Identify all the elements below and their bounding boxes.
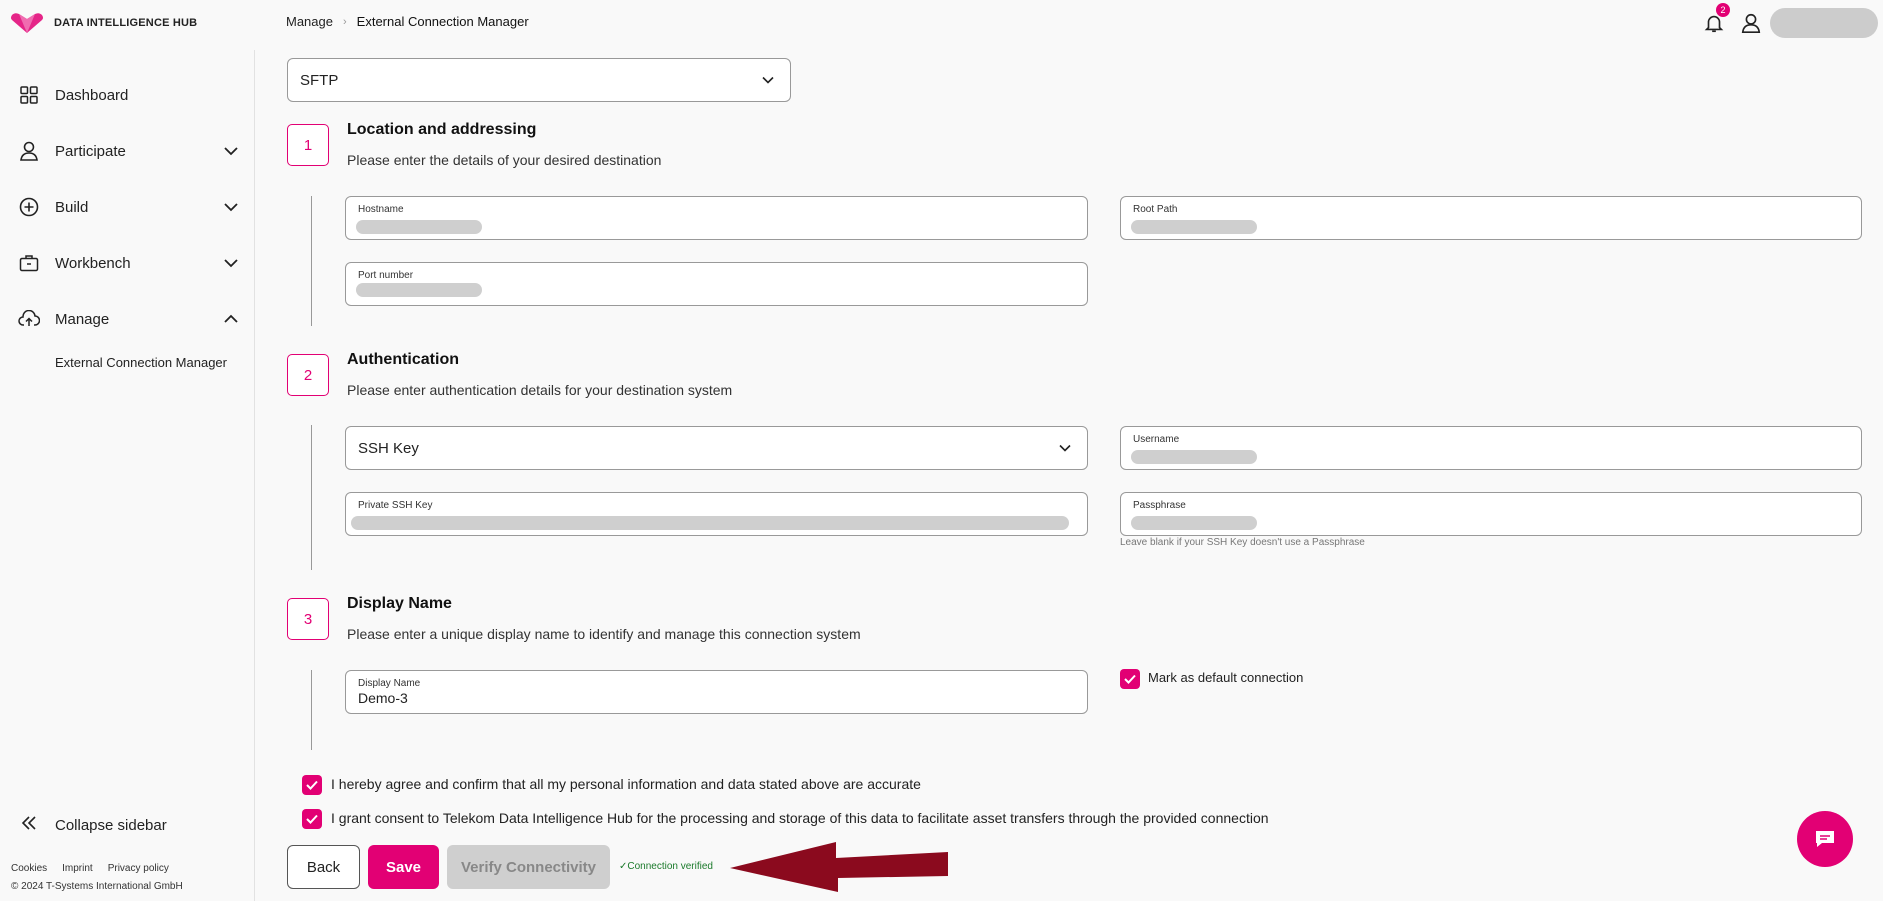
auth-method-value: SSH Key	[358, 439, 419, 457]
step-title-authentication: Authentication	[347, 351, 459, 368]
notification-badge: 2	[1716, 3, 1730, 17]
username-field[interactable]: Username	[1120, 426, 1862, 470]
breadcrumb-manage[interactable]: Manage	[286, 14, 333, 29]
step-divider	[311, 670, 312, 750]
private-ssh-key-field[interactable]: Private SSH Key	[345, 492, 1088, 536]
step-desc-authentication: Please enter authentication details for …	[347, 382, 733, 398]
footer-links: Cookies Imprint Privacy policy	[11, 863, 169, 874]
plus-circle-icon	[18, 196, 40, 218]
top-bar: DATA INTELLIGENCE HUB Manage › External …	[0, 0, 1883, 50]
step-divider	[311, 196, 312, 326]
person-icon	[18, 140, 40, 162]
chat-bubble-icon	[1816, 831, 1834, 847]
collapse-sidebar-button[interactable]: Collapse sidebar	[18, 815, 167, 835]
sidebar-item-label: Manage	[55, 310, 110, 328]
step-number-1: 1	[287, 124, 329, 166]
port-number-label: Port number	[358, 270, 414, 281]
grid-icon	[18, 84, 40, 106]
checkmark-icon	[1124, 674, 1136, 684]
default-connection-label: Mark as default connection	[1148, 670, 1304, 685]
logo-text: DATA INTELLIGENCE HUB	[54, 17, 198, 29]
verify-connectivity-button[interactable]: Verify Connectivity	[447, 845, 610, 889]
sidebar-subitem-external-connection-manager[interactable]: External Connection Manager	[55, 355, 227, 370]
annotation-arrow-icon	[730, 842, 948, 892]
port-number-field[interactable]: Port number	[345, 262, 1088, 306]
root-path-field[interactable]: Root Path	[1120, 196, 1862, 240]
root-path-label: Root Path	[1133, 204, 1178, 215]
chevron-down-icon	[224, 147, 238, 156]
private-ssh-key-redacted-value	[351, 516, 1069, 530]
back-button[interactable]: Back	[287, 845, 360, 889]
connection-status: ✓Connection verified	[619, 861, 713, 872]
logo-heart-icon	[11, 13, 43, 33]
cloud-upload-icon	[18, 308, 40, 330]
consent-processing-checkbox[interactable]	[302, 809, 322, 829]
consent-processing-label: I grant consent to Telekom Data Intellig…	[331, 810, 1269, 826]
user-name-redacted[interactable]	[1770, 8, 1878, 38]
passphrase-hint: Leave blank if your SSH Key doesn't use …	[1120, 537, 1365, 548]
passphrase-field[interactable]: Passphrase	[1120, 492, 1862, 536]
chevron-up-icon	[224, 314, 238, 323]
chevron-down-icon	[762, 76, 774, 84]
private-ssh-key-label: Private SSH Key	[358, 500, 433, 511]
sidebar: Dashboard Participate Build Workbench Ma…	[0, 50, 255, 901]
step-desc-location: Please enter the details of your desired…	[347, 152, 662, 168]
user-icon[interactable]	[1740, 12, 1762, 34]
root-path-redacted-value	[1131, 220, 1257, 234]
step-number-2: 2	[287, 354, 329, 396]
sidebar-item-participate[interactable]: Participate	[18, 136, 240, 166]
breadcrumb: Manage › External Connection Manager	[286, 14, 529, 29]
display-name-field[interactable]: Display Name Demo-3	[345, 670, 1088, 714]
checkmark-icon	[306, 814, 318, 824]
hostname-label: Hostname	[358, 204, 404, 215]
chevron-down-icon	[1059, 444, 1071, 452]
sidebar-item-workbench[interactable]: Workbench	[18, 248, 240, 278]
step-title-display-name: Display Name	[347, 595, 452, 612]
display-name-value: Demo-3	[358, 690, 408, 706]
briefcase-icon	[18, 252, 40, 274]
chevron-down-icon	[224, 203, 238, 212]
step-desc-display-name: Please enter a unique display name to id…	[347, 626, 861, 642]
protocol-select[interactable]: SFTP	[287, 58, 791, 102]
breadcrumb-current: External Connection Manager	[356, 14, 529, 29]
username-redacted-value	[1131, 450, 1257, 464]
step-title-location: Location and addressing	[347, 121, 537, 138]
default-connection-checkbox[interactable]	[1120, 669, 1140, 689]
consent-accuracy-checkbox[interactable]	[302, 775, 322, 795]
port-number-redacted-value	[356, 283, 482, 297]
footer-link-imprint[interactable]: Imprint	[62, 863, 93, 874]
auth-method-select[interactable]: SSH Key	[345, 426, 1088, 470]
username-label: Username	[1133, 434, 1180, 445]
copyright: © 2024 T-Systems International GmbH	[11, 881, 183, 892]
sidebar-item-label: Participate	[55, 142, 126, 160]
sidebar-item-label: Build	[55, 198, 89, 216]
hostname-field[interactable]: Hostname	[345, 196, 1088, 240]
step-divider	[311, 425, 312, 570]
display-name-label: Display Name	[358, 678, 421, 689]
sidebar-item-dashboard[interactable]: Dashboard	[18, 80, 240, 110]
logo[interactable]: DATA INTELLIGENCE HUB	[10, 12, 197, 34]
protocol-select-value: SFTP	[300, 71, 339, 89]
chevron-down-icon	[224, 259, 238, 268]
collapse-sidebar-label: Collapse sidebar	[55, 816, 167, 834]
passphrase-redacted-value	[1131, 516, 1257, 530]
chat-button[interactable]	[1797, 811, 1853, 867]
checkmark-icon	[306, 780, 318, 790]
consent-accuracy-label: I hereby agree and confirm that all my p…	[331, 776, 921, 792]
step-number-3: 3	[287, 598, 329, 640]
sidebar-item-label: Workbench	[55, 254, 131, 272]
sidebar-item-manage[interactable]: Manage	[18, 304, 240, 334]
sidebar-item-label: Dashboard	[55, 86, 129, 104]
footer-link-cookies[interactable]: Cookies	[11, 863, 47, 874]
footer-link-privacy[interactable]: Privacy policy	[108, 863, 169, 874]
save-button[interactable]: Save	[368, 845, 439, 889]
passphrase-label: Passphrase	[1133, 500, 1186, 511]
hostname-redacted-value	[356, 220, 482, 234]
sidebar-item-build[interactable]: Build	[18, 192, 240, 222]
breadcrumb-separator: ›	[342, 15, 347, 28]
double-chevron-left-icon	[18, 815, 40, 835]
